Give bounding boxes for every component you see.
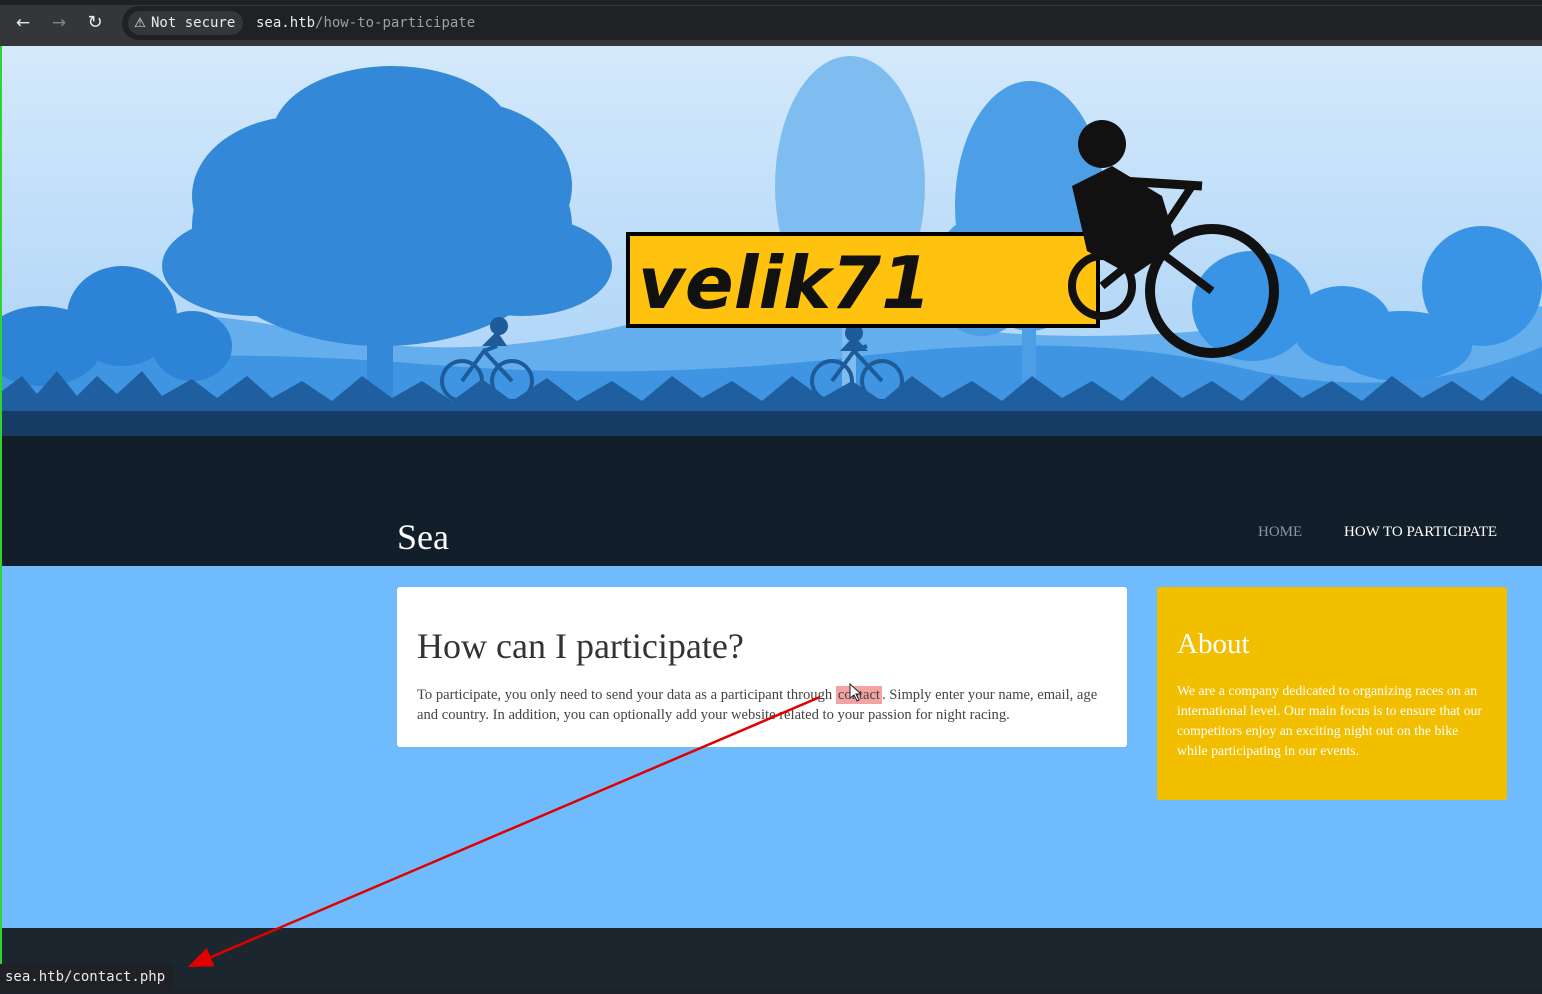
url-host: sea.htb (256, 15, 316, 31)
hero-banner: velik71 Sea HOME HOW TO PARTICIPATE (2, 46, 1542, 566)
url-text[interactable]: sea.htb/how-to-participate (256, 11, 475, 35)
status-bar-url: sea.htb/contact.php (0, 964, 174, 990)
cyclist-head-left (490, 317, 508, 335)
participation-heading: How can I participate? (417, 626, 744, 666)
site-title[interactable]: Sea (397, 515, 449, 559)
url-path: /how-to-participate (315, 15, 476, 31)
security-chip[interactable]: ⚠ Not secure (128, 11, 244, 35)
contact-link[interactable]: contact (835, 686, 882, 704)
web-page: velik71 Sea HOME HOW TO PARTICIPATE How … (0, 46, 1542, 990)
arrow-left-icon[interactable]: ← (10, 10, 36, 36)
nav-link-home[interactable]: HOME (1258, 522, 1302, 542)
about-heading: About (1177, 628, 1250, 660)
about-text: We are a company dedicated to organizing… (1177, 683, 1482, 758)
browser-toolbar: ← → ↻ ⚠ Not secure sea.htb/how-to-partici… (0, 0, 1542, 46)
warning-triangle-icon: ⚠ (134, 16, 146, 31)
participation-text: To participate, you only need to send yo… (417, 685, 1107, 725)
page-footer (2, 928, 1542, 990)
security-label: Not secure (151, 15, 236, 31)
participation-text-intro: To participate, you only need to send yo… (417, 687, 836, 703)
hero-illustration: velik71 (2, 46, 1542, 436)
about-card: About We are a company dedicated to orga… (1157, 587, 1507, 800)
address-bar[interactable]: ⚠ Not secure sea.htb/how-to-participate (122, 6, 1542, 40)
arrow-right-icon[interactable]: → (46, 10, 72, 36)
reload-icon[interactable]: ↻ (82, 10, 108, 36)
participation-card: How can I participate? To participate, y… (397, 587, 1127, 747)
ground-band (2, 411, 1542, 436)
logo-text: velik71 (638, 241, 931, 325)
nav-link-how-to-participate[interactable]: HOW TO PARTICIPATE (1344, 522, 1497, 542)
